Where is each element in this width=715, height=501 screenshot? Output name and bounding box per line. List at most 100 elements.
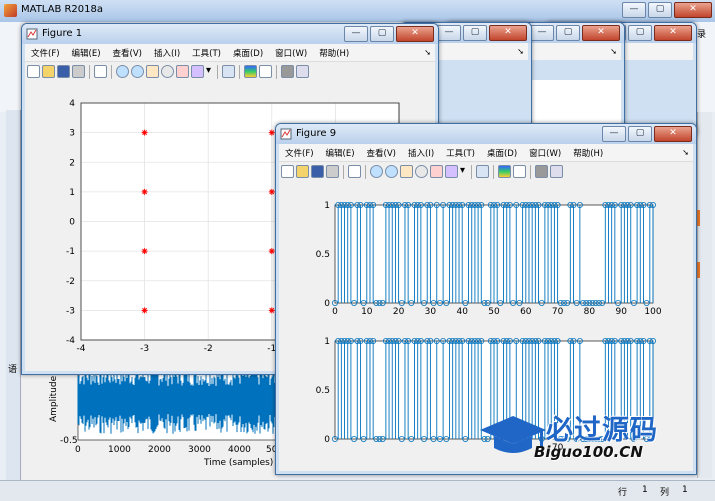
chevron-down-icon[interactable]: ▾ (206, 65, 213, 78)
open-file-icon[interactable] (296, 165, 309, 178)
data-cursor-icon[interactable] (176, 65, 189, 78)
link-plot-icon[interactable] (222, 65, 235, 78)
menu-window[interactable]: 窗口(W) (269, 47, 313, 59)
minimize-button[interactable]: — (530, 25, 554, 41)
figure-1-maximize-button[interactable]: ▢ (370, 26, 394, 42)
dock-arrow-icon[interactable]: ➘ (604, 47, 621, 56)
dock-arrow-icon[interactable]: ➘ (418, 48, 435, 57)
hide-plot-tools-icon[interactable] (281, 65, 294, 78)
figure-9-menubar: 文件(F) 编辑(E) 查看(V) 插入(I) 工具(T) 桌面(D) 窗口(W… (279, 144, 693, 161)
stem-ytick-label: 1 (324, 201, 330, 211)
amplitude-plot: Amplitude (V -0.5 0 1000 2000 3000 4000 … (49, 363, 279, 468)
watermark-logo: 必过源码 Biguo100.CN (478, 410, 683, 466)
rotate-icon[interactable] (415, 165, 428, 178)
menu-help[interactable]: 帮助(H) (567, 147, 609, 159)
close-button[interactable]: ✕ (582, 25, 620, 41)
figure-icon (280, 128, 292, 140)
legend-icon[interactable] (259, 65, 272, 78)
right-scrollbar[interactable] (697, 112, 712, 478)
save-icon[interactable] (311, 165, 324, 178)
menu-insert[interactable]: 插入(I) (148, 47, 186, 59)
show-plot-tools-icon[interactable] (296, 65, 309, 78)
menu-insert[interactable]: 插入(I) (402, 147, 440, 159)
pointer-icon[interactable] (94, 65, 107, 78)
zoom-in-icon[interactable] (370, 165, 383, 178)
status-col-value: 1 (682, 485, 688, 495)
matlab-ribbon-tail-label: 录 (697, 30, 707, 40)
hide-plot-tools-icon[interactable] (535, 165, 548, 178)
dock-arrow-icon[interactable]: ➘ (676, 148, 693, 157)
zoom-out-icon[interactable] (385, 165, 398, 178)
data-cursor-icon[interactable] (430, 165, 443, 178)
menu-tools[interactable]: 工具(T) (186, 47, 227, 59)
pan-hand-icon[interactable] (146, 65, 159, 78)
scatter-ytick-label: -4 (66, 336, 75, 346)
menu-file[interactable]: 文件(F) (279, 147, 320, 159)
print-icon[interactable] (326, 165, 339, 178)
open-file-icon[interactable] (42, 65, 55, 78)
status-row-label: 行 (618, 488, 628, 498)
rotate-icon[interactable] (161, 65, 174, 78)
save-icon[interactable] (57, 65, 70, 78)
maximize-button[interactable]: ▢ (628, 25, 652, 41)
figure-1-title: Figure 1 (42, 28, 83, 39)
stem-xtick-label: 90 (615, 307, 627, 317)
scatter-ytick-label: 2 (69, 158, 75, 168)
matlab-maximize-button[interactable]: ▢ (648, 2, 672, 18)
menu-window[interactable]: 窗口(W) (523, 147, 567, 159)
dock-arrow-icon[interactable]: ➘ (511, 47, 528, 56)
scatter-ytick-label: 0 (69, 218, 75, 228)
figure-1-toolbar: ▾ (25, 61, 435, 82)
figure-9-minimize-button[interactable]: — (602, 126, 626, 142)
stem-xtick-label: 10 (361, 307, 373, 317)
new-figure-icon[interactable] (281, 165, 294, 178)
figure-9-title: Figure 9 (296, 128, 337, 139)
colorbar-icon[interactable] (244, 65, 257, 78)
new-figure-icon[interactable] (27, 65, 40, 78)
stem-xtick-label: 100 (644, 307, 661, 317)
legend-icon[interactable] (513, 165, 526, 178)
figure-icon (26, 28, 38, 40)
chevron-down-icon[interactable]: ▾ (460, 165, 467, 178)
maximize-button[interactable]: ▢ (463, 25, 487, 41)
zoom-in-icon[interactable] (116, 65, 129, 78)
status-col-label: 列 (660, 488, 670, 498)
matlab-minimize-button[interactable]: — (622, 2, 646, 18)
scatter-xtick-label: -3 (140, 344, 149, 354)
menu-tools[interactable]: 工具(T) (440, 147, 481, 159)
status-bar: 行 1 列 1 (0, 480, 715, 501)
stem-xtick-label: 40 (456, 307, 468, 317)
link-plot-icon[interactable] (476, 165, 489, 178)
matlab-title: MATLAB R2018a (21, 4, 104, 15)
menu-desktop[interactable]: 桌面(D) (481, 147, 523, 159)
menu-help[interactable]: 帮助(H) (313, 47, 355, 59)
minimize-button[interactable]: — (437, 25, 461, 41)
brush-icon[interactable] (191, 65, 204, 78)
zoom-out-icon[interactable] (131, 65, 144, 78)
menu-view[interactable]: 查看(V) (107, 47, 148, 59)
close-button[interactable]: ✕ (654, 25, 692, 41)
figure-1-minimize-button[interactable]: — (344, 26, 368, 42)
menu-desktop[interactable]: 桌面(D) (227, 47, 269, 59)
menu-edit[interactable]: 编辑(E) (66, 47, 107, 59)
pointer-icon[interactable] (348, 165, 361, 178)
close-button[interactable]: ✕ (489, 25, 527, 41)
watermark-text: 必过源码 (546, 415, 658, 446)
colorbar-icon[interactable] (498, 165, 511, 178)
show-plot-tools-icon[interactable] (550, 165, 563, 178)
matlab-close-button[interactable]: ✕ (674, 2, 712, 18)
brush-icon[interactable] (445, 165, 458, 178)
pan-hand-icon[interactable] (400, 165, 413, 178)
menu-file[interactable]: 文件(F) (25, 47, 66, 59)
amplitude-plot-panel: Amplitude (V -0.5 0 1000 2000 3000 4000 … (22, 362, 279, 480)
figure-1-close-button[interactable]: ✕ (396, 26, 434, 42)
left-panel (6, 110, 21, 480)
print-icon[interactable] (72, 65, 85, 78)
figure-9-maximize-button[interactable]: ▢ (628, 126, 652, 142)
menu-view[interactable]: 查看(V) (361, 147, 402, 159)
amplitude-xtick-0: 0 (75, 445, 81, 455)
menu-edit[interactable]: 编辑(E) (320, 147, 361, 159)
maximize-button[interactable]: ▢ (556, 25, 580, 41)
figure-9-close-button[interactable]: ✕ (654, 126, 692, 142)
stem-xtick-label: 60 (520, 307, 532, 317)
